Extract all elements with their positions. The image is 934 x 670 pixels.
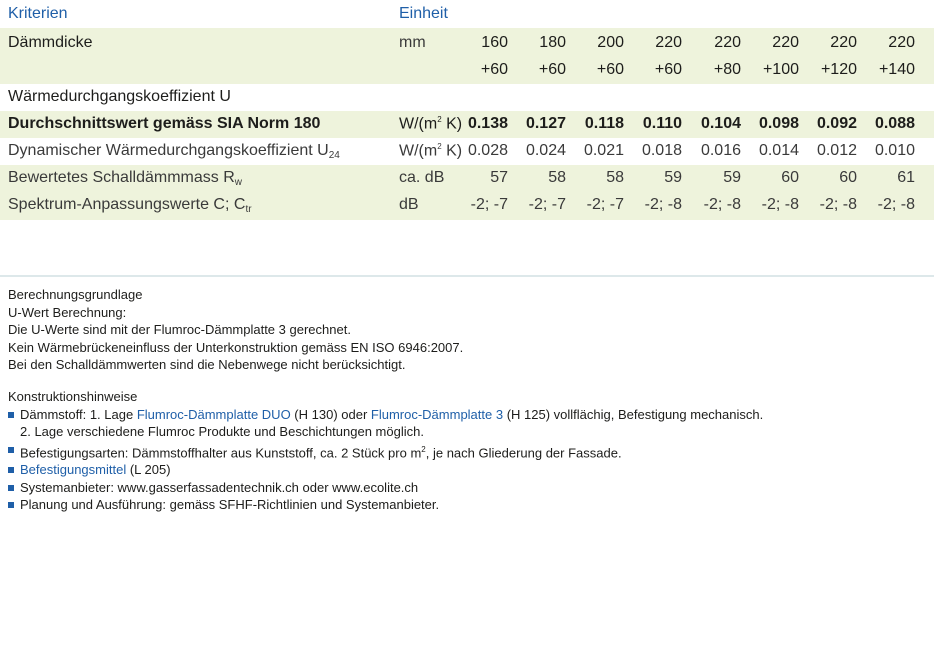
daemmdicke-bottom-4: +60 [654,61,682,78]
row-schall: Bewertetes Schalldämmmass Rw ca. dB 57 5… [0,165,934,192]
konstruktion-item-systemanbieter: Systemanbieter: www.gasserfassadentechni… [8,479,763,497]
schall-value-8: 61 [897,169,915,186]
daemmdicke-top-6: 220 [772,34,799,51]
daemmdicke-top-7: 220 [830,34,857,51]
daemmdicke-top-8: 220 [888,34,915,51]
u-average-value-7: 0.092 [816,115,857,132]
spektrum-value-5: -2; -8 [703,196,741,213]
daemmdicke-bottom-2: +60 [538,61,566,78]
schall-value-1: 57 [490,169,508,186]
u-average-label: Durchschnittswert gemäss SIA Norm 180 [8,115,321,132]
u-average-value-3: 0.118 [584,115,624,132]
daemmdicke-top-5: 220 [714,34,741,51]
u-average-value-2: 0.127 [525,115,566,132]
befestigungsarten-text-b: , je nach Gliederung der Fassade. [425,444,622,460]
table-header: Kriterien Einheit [0,0,934,28]
konstruktion-item-befestigungsarten: Befestigungsarten: Dämmstoffhalter aus K… [8,441,763,462]
row-u-dynamic: Dynamischer Wärmedurchgangskoeffizient U… [0,138,934,165]
row-spektrum: Spektrum-Anpassungswerte C; Ctr dB -2; -… [0,192,934,220]
daemmdicke-top-1: 160 [481,34,508,51]
spektrum-value-1: -2; -7 [470,196,508,213]
u-dynamic-value-4: 0.018 [641,142,682,159]
u-heading: Wärmedurchgangskoeffizient U [8,88,231,105]
row-daemmdicke: Dämmdicke mm 160 180 200 220 220 220 220… [0,28,934,84]
spektrum-label: Spektrum-Anpassungswerte C; Ctr [8,196,252,215]
schall-label-text: Bewertetes Schalldämmmass R [8,169,235,186]
u-dynamic-unit-main: W/(m [399,142,438,160]
schall-value-7: 60 [839,169,857,186]
daemmdicke-bottom-8: +140 [878,61,915,78]
u-dynamic-label-text: Dynamischer Wärmedurchgangskoeffizient U [8,142,329,159]
daemmdicke-unit: mm [399,34,426,51]
spektrum-value-8: -2; -8 [877,196,915,213]
daemmstoff-text-c: (H 125) vollflächig, Befestigung mechani… [503,406,764,422]
daemmdicke-bottom-7: +120 [820,61,857,78]
header-kriterien: Kriterien [8,5,68,22]
schall-value-3: 58 [606,169,624,186]
u-average-value-4: 0.110 [642,115,682,132]
spektrum-value-7: -2; -8 [819,196,857,213]
section-divider [0,275,934,277]
spektrum-label-sub: tr [245,204,252,215]
u-average-value-8: 0.088 [874,115,915,132]
u-dynamic-value-3: 0.021 [583,142,624,159]
berechnungsgrundlage-section: Berechnungsgrundlage U-Wert Berechnung: … [8,286,463,374]
u-dynamic-value-8: 0.010 [874,142,915,159]
spektrum-value-6: -2; -8 [761,196,799,213]
link-befestigungsmittel[interactable]: Befestigungsmittel [20,462,126,477]
befestigungsarten-text-a: Befestigungsarten: Dämmstoffhalter aus K… [20,444,422,460]
daemmdicke-bottom-1: +60 [480,61,508,78]
u-average-value-1: 0.138 [467,115,508,132]
berechnung-line-1: U-Wert Berechnung: [8,304,127,320]
u-dynamic-label: Dynamischer Wärmedurchgangskoeffizient U… [8,142,340,161]
spektrum-label-text: Spektrum-Anpassungswerte C; C [8,196,246,213]
spektrum-value-2: -2; -7 [528,196,566,213]
row-u-average: Durchschnittswert gemäss SIA Norm 180 W/… [0,111,934,138]
u-dynamic-value-5: 0.016 [700,142,741,159]
header-einheit: Einheit [399,5,448,22]
daemmdicke-bottom-3: +60 [596,61,624,78]
u-dynamic-label-sub: 24 [328,150,340,161]
schall-label-sub: w [234,177,242,188]
daemmdicke-top-3: 200 [597,34,624,51]
schall-unit: ca. dB [399,169,445,186]
daemmdicke-top-4: 220 [655,34,682,51]
u-dynamic-value-1: 0.028 [467,142,508,159]
spektrum-unit: dB [399,196,419,213]
u-average-value-6: 0.098 [758,115,799,132]
konstruktion-item-planung: Planung und Ausführung: gemäss SFHF-Rich… [8,496,763,514]
u-average-unit-main: W/(m [399,115,438,133]
schall-value-5: 59 [723,169,741,186]
link-daemmplatte-3[interactable]: Flumroc-Dämmplatte 3 [371,407,503,422]
berechnung-line-4: Bei den Schalldämmwerten sind die Nebenw… [8,357,406,372]
berechnung-title: Berechnungsgrundlage [8,287,143,302]
schall-value-6: 60 [781,169,799,186]
schall-value-4: 59 [664,169,682,186]
daemmdicke-bottom-5: +80 [713,61,741,78]
u-dynamic-value-7: 0.012 [816,142,857,159]
konstruktionshinweise-section: Konstruktionshinweise Dämmstoff: 1. Lage… [8,388,763,514]
konstruktion-item-befestigungsmittel: Befestigungsmittel (L 205) [8,461,763,479]
befestigungsmittel-text: (L 205) [126,462,171,478]
row-u-heading: Wärmedurchgangskoeffizient U [0,84,934,111]
link-daemmplatte-duo[interactable]: Flumroc-Dämmplatte DUO [137,407,291,422]
u-dynamic-value-2: 0.024 [525,142,566,159]
daemmstoff-text-a: Dämmstoff: 1. Lage [20,406,137,422]
konstruktion-title: Konstruktionshinweise [8,389,138,404]
daemmdicke-top-2: 180 [539,34,566,51]
schall-value-2: 58 [548,169,566,186]
u-dynamic-value-6: 0.014 [758,142,799,159]
konstruktion-item-daemmstoff-cont: 2. Lage verschiedene Flumroc Produkte un… [20,424,424,439]
spektrum-value-4: -2; -8 [644,196,682,213]
berechnung-line-3: Kein Wärmebrückeneinfluss der Unterkonst… [8,339,464,355]
daemmdicke-bottom-6: +100 [762,61,799,78]
berechnung-line-2: Die U-Werte sind mit der Flumroc-Dämmpla… [8,322,351,337]
spektrum-value-3: -2; -7 [586,196,624,213]
konstruktion-item-daemmstoff: Dämmstoff: 1. Lage Flumroc-Dämmplatte DU… [8,406,763,424]
daemmdicke-label: Dämmdicke [8,34,93,51]
daemmstoff-text-b: (H 130) oder [290,406,371,422]
u-average-value-5: 0.104 [700,115,741,132]
schall-label: Bewertetes Schalldämmmass Rw [8,169,242,188]
